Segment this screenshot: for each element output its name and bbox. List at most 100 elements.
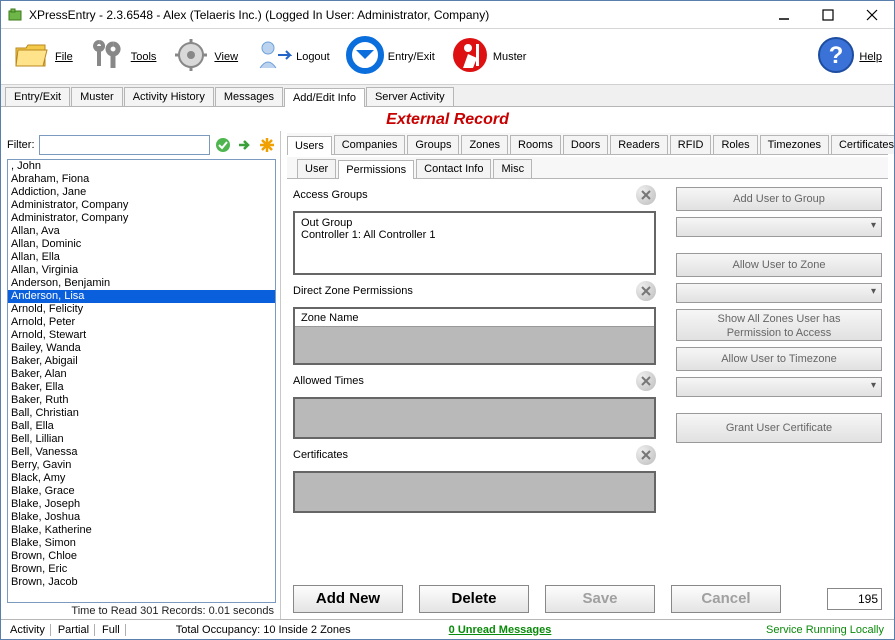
detail-tab-misc[interactable]: Misc <box>493 159 532 178</box>
list-item[interactable]: Arnold, Felicity <box>8 303 275 316</box>
zone-dropdown[interactable] <box>676 283 882 303</box>
filter-apply-button[interactable] <box>214 136 232 154</box>
direct-zone-grid[interactable]: Zone Name <box>293 307 656 365</box>
minimize-button[interactable] <box>762 1 806 28</box>
list-item[interactable]: Baker, Ella <box>8 381 275 394</box>
main-tab-server-activity[interactable]: Server Activity <box>366 87 454 106</box>
list-item[interactable]: Berry, Gavin <box>8 459 275 472</box>
list-item[interactable]: Blake, Simon <box>8 537 275 550</box>
filter-input[interactable] <box>39 135 211 155</box>
list-item[interactable]: Addiction, Jane <box>8 186 275 199</box>
certificates-grid[interactable] <box>293 471 656 513</box>
list-item[interactable]: Baker, Abigail <box>8 355 275 368</box>
grant-user-certificate-button[interactable]: Grant User Certificate <box>676 413 882 443</box>
unread-messages-link[interactable]: 0 Unread Messages <box>441 624 560 636</box>
list-item[interactable]: Arnold, Peter <box>8 316 275 329</box>
close-button[interactable] <box>850 1 894 28</box>
list-item[interactable]: Ball, Ella <box>8 420 275 433</box>
group-dropdown[interactable] <box>676 217 882 237</box>
list-item[interactable]: Blake, Joshua <box>8 511 275 524</box>
list-item[interactable]: Brown, Chloe <box>8 550 275 563</box>
detail-tab-contact-info[interactable]: Contact Info <box>416 159 491 178</box>
entity-tab-certificates[interactable]: Certificates <box>831 135 894 154</box>
detail-tab-permissions[interactable]: Permissions <box>338 160 414 179</box>
logout-button[interactable]: Logout <box>248 38 336 75</box>
entity-tab-users[interactable]: Users <box>287 136 332 155</box>
list-item[interactable]: Baker, Alan <box>8 368 275 381</box>
remove-allowed-time-button[interactable] <box>636 371 656 391</box>
status-partial-button[interactable]: Partial <box>53 624 95 636</box>
filter-go-button[interactable] <box>236 136 254 154</box>
main-tab-messages[interactable]: Messages <box>215 87 283 106</box>
help-menu[interactable]: ? Help <box>811 36 888 77</box>
list-item[interactable]: , John <box>8 160 275 173</box>
tools-menu[interactable]: Tools <box>83 38 163 75</box>
entity-tab-companies[interactable]: Companies <box>334 135 406 154</box>
record-number-field[interactable] <box>827 588 882 610</box>
entity-tab-timezones[interactable]: Timezones <box>760 135 829 154</box>
status-full-button[interactable]: Full <box>97 624 126 636</box>
tools-label: Tools <box>131 51 157 63</box>
list-item[interactable]: Baker, Ruth <box>8 394 275 407</box>
entity-tab-roles[interactable]: Roles <box>713 135 757 154</box>
list-item[interactable]: Black, Amy <box>8 472 275 485</box>
list-item[interactable]: Brown, Jacob <box>8 576 275 589</box>
allowed-times-grid[interactable] <box>293 397 656 439</box>
save-button[interactable]: Save <box>545 585 655 613</box>
list-item[interactable]: Allan, Virginia <box>8 264 275 277</box>
entity-tab-readers[interactable]: Readers <box>610 135 668 154</box>
add-new-button[interactable]: Add New <box>293 585 403 613</box>
list-item[interactable]: Bailey, Wanda <box>8 342 275 355</box>
file-menu[interactable]: File <box>7 38 79 75</box>
list-item[interactable]: Allan, Ella <box>8 251 275 264</box>
list-item[interactable]: Administrator, Company <box>8 199 275 212</box>
allow-user-to-timezone-button[interactable]: Allow User to Timezone <box>676 347 882 371</box>
add-user-to-group-button[interactable]: Add User to Group <box>676 187 882 211</box>
list-item[interactable]: Blake, Grace <box>8 485 275 498</box>
entry-exit-button[interactable]: Entry/Exit <box>340 36 441 77</box>
user-listbox[interactable]: , JohnAbraham, FionaAddiction, JaneAdmin… <box>7 159 276 603</box>
check-icon <box>215 137 231 153</box>
list-item[interactable]: Administrator, Company <box>8 212 275 225</box>
entity-tab-groups[interactable]: Groups <box>407 135 459 154</box>
status-activity-button[interactable]: Activity <box>5 624 51 636</box>
main-tab-muster[interactable]: Muster <box>71 87 123 106</box>
show-all-zones-button[interactable]: Show All Zones User has Permission to Ac… <box>676 309 882 341</box>
delete-button[interactable]: Delete <box>419 585 529 613</box>
list-item[interactable]: Blake, Joseph <box>8 498 275 511</box>
remove-access-group-button[interactable] <box>636 185 656 205</box>
entity-tab-rfid[interactable]: RFID <box>670 135 712 154</box>
list-item[interactable]: Brown, Eric <box>8 563 275 576</box>
access-group-item[interactable]: Out Group <box>301 217 648 229</box>
access-group-item[interactable]: Controller 1: All Controller 1 <box>301 229 648 241</box>
detail-tab-user[interactable]: User <box>297 159 336 178</box>
list-item[interactable]: Arnold, Stewart <box>8 329 275 342</box>
list-item[interactable]: Blake, Katherine <box>8 524 275 537</box>
section-heading: External Record <box>386 111 509 128</box>
remove-certificate-button[interactable] <box>636 445 656 465</box>
maximize-button[interactable] <box>806 1 850 28</box>
remove-zone-button[interactable] <box>636 281 656 301</box>
list-item[interactable]: Allan, Ava <box>8 225 275 238</box>
access-groups-box[interactable]: Out GroupController 1: All Controller 1 <box>293 211 656 275</box>
filter-options-button[interactable] <box>258 136 276 154</box>
list-item[interactable]: Abraham, Fiona <box>8 173 275 186</box>
entity-tab-rooms[interactable]: Rooms <box>510 135 561 154</box>
list-item[interactable]: Bell, Lillian <box>8 433 275 446</box>
list-item[interactable]: Ball, Christian <box>8 407 275 420</box>
main-tab-add-edit-info[interactable]: Add/Edit Info <box>284 88 365 107</box>
list-item[interactable]: Bell, Vanessa <box>8 446 275 459</box>
list-item[interactable]: Anderson, Benjamin <box>8 277 275 290</box>
permissions-left-column: Access Groups Out GroupController 1: All… <box>293 185 656 573</box>
list-item[interactable]: Allan, Dominic <box>8 238 275 251</box>
timezone-dropdown[interactable] <box>676 377 882 397</box>
muster-button[interactable]: Muster <box>445 36 533 77</box>
cancel-button[interactable]: Cancel <box>671 585 781 613</box>
main-tab-entry-exit[interactable]: Entry/Exit <box>5 87 70 106</box>
view-menu[interactable]: View <box>166 38 244 75</box>
main-tab-activity-history[interactable]: Activity History <box>124 87 214 106</box>
list-item[interactable]: Anderson, Lisa <box>8 290 275 303</box>
allow-user-to-zone-button[interactable]: Allow User to Zone <box>676 253 882 277</box>
entity-tab-doors[interactable]: Doors <box>563 135 608 154</box>
entity-tab-zones[interactable]: Zones <box>461 135 508 154</box>
